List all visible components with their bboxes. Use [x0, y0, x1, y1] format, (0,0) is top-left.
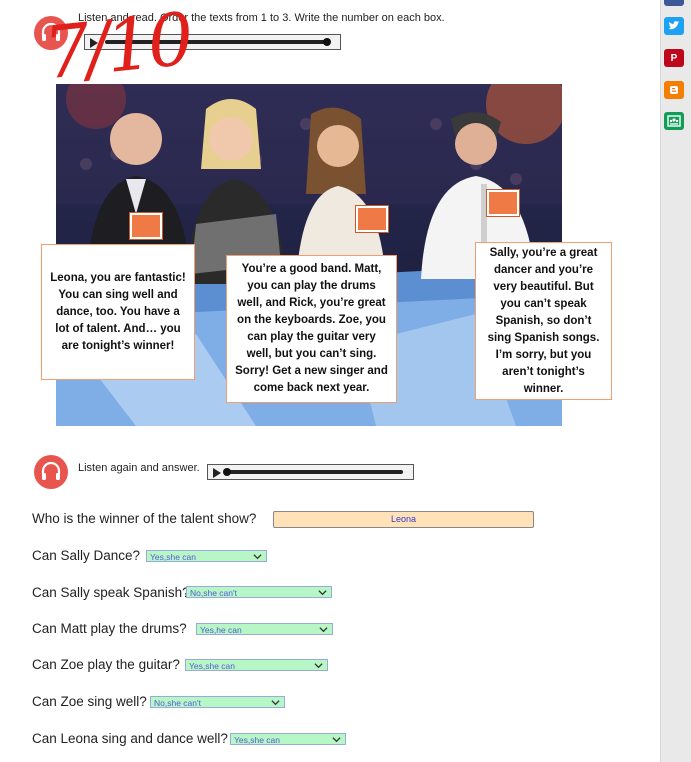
chevron-down-icon	[314, 663, 323, 669]
instruction-listen-again: Listen again and answer.	[78, 462, 200, 474]
question-3-answer-select[interactable]: No,she can't	[186, 586, 332, 598]
number-box-middle[interactable]	[355, 205, 389, 233]
question-3-selected-value: No,she can't	[190, 588, 237, 598]
question-2-selected-value: Yes,she can	[150, 552, 196, 562]
question-2-answer-select[interactable]: Yes,she can	[146, 550, 267, 562]
question-1-answer-input[interactable]: Leona	[273, 511, 534, 528]
question-7-answer-select[interactable]: Yes,she can	[230, 733, 346, 745]
speech-bubble-right: Sally, you’re a great dancer and you’re …	[475, 242, 612, 400]
number-box-left[interactable]	[129, 212, 163, 240]
question-6-label: Can Zoe sing well?	[32, 694, 147, 709]
speech-bubble-left: Leona, you are fantastic! You can sing w…	[41, 244, 195, 380]
question-5-label: Can Zoe play the guitar?	[32, 657, 180, 672]
classroom-icon[interactable]	[664, 112, 684, 130]
chevron-down-icon	[319, 627, 328, 633]
bubble-left-text: Leona, you are fantastic! You can sing w…	[50, 271, 186, 352]
question-5-selected-value: Yes,she can	[189, 661, 235, 671]
chevron-down-icon	[332, 737, 341, 743]
chevron-down-icon	[318, 590, 327, 596]
question-1-label: Who is the winner of the talent show?	[32, 511, 257, 526]
chevron-down-icon	[253, 554, 262, 560]
question-2-label: Can Sally Dance?	[32, 548, 141, 563]
question-6-answer-select[interactable]: No,she can't	[150, 696, 285, 708]
headphones-icon	[34, 455, 68, 489]
score-annotation: 7/10	[40, 0, 194, 96]
facebook-icon[interactable]	[664, 0, 684, 6]
audio-player-2[interactable]	[207, 464, 414, 480]
question-6-selected-value: No,she can't	[154, 698, 201, 708]
speech-bubble-middle: You’re a good band. Matt, you can play t…	[226, 255, 397, 403]
audio-progress-handle[interactable]	[223, 468, 231, 476]
question-4-answer-select[interactable]: Yes,he can	[196, 623, 333, 635]
question-3-label: Can Sally speak Spanish?	[32, 585, 190, 600]
play-icon[interactable]	[213, 468, 221, 478]
pinterest-icon[interactable]: P	[664, 49, 684, 67]
question-4-label: Can Matt play the drums?	[32, 621, 187, 636]
audio-progress-handle[interactable]	[323, 38, 331, 46]
twitter-icon[interactable]	[664, 17, 684, 35]
number-box-right[interactable]	[486, 189, 520, 217]
blogger-icon[interactable]	[664, 81, 684, 99]
question-4-selected-value: Yes,he can	[200, 625, 242, 635]
question-7-label: Can Leona sing and dance well?	[32, 731, 228, 746]
question-7-selected-value: Yes,she can	[234, 735, 280, 745]
worksheet-page: Listen and read. Order the texts from 1 …	[0, 0, 660, 762]
question-5-answer-select[interactable]: Yes,she can	[185, 659, 328, 671]
audio-progress-track[interactable]	[228, 470, 403, 474]
bubble-right-text: Sally, you’re a great dancer and you’re …	[487, 246, 600, 395]
bubble-middle-text: You’re a good band. Matt, you can play t…	[235, 263, 388, 394]
chevron-down-icon	[271, 700, 280, 706]
